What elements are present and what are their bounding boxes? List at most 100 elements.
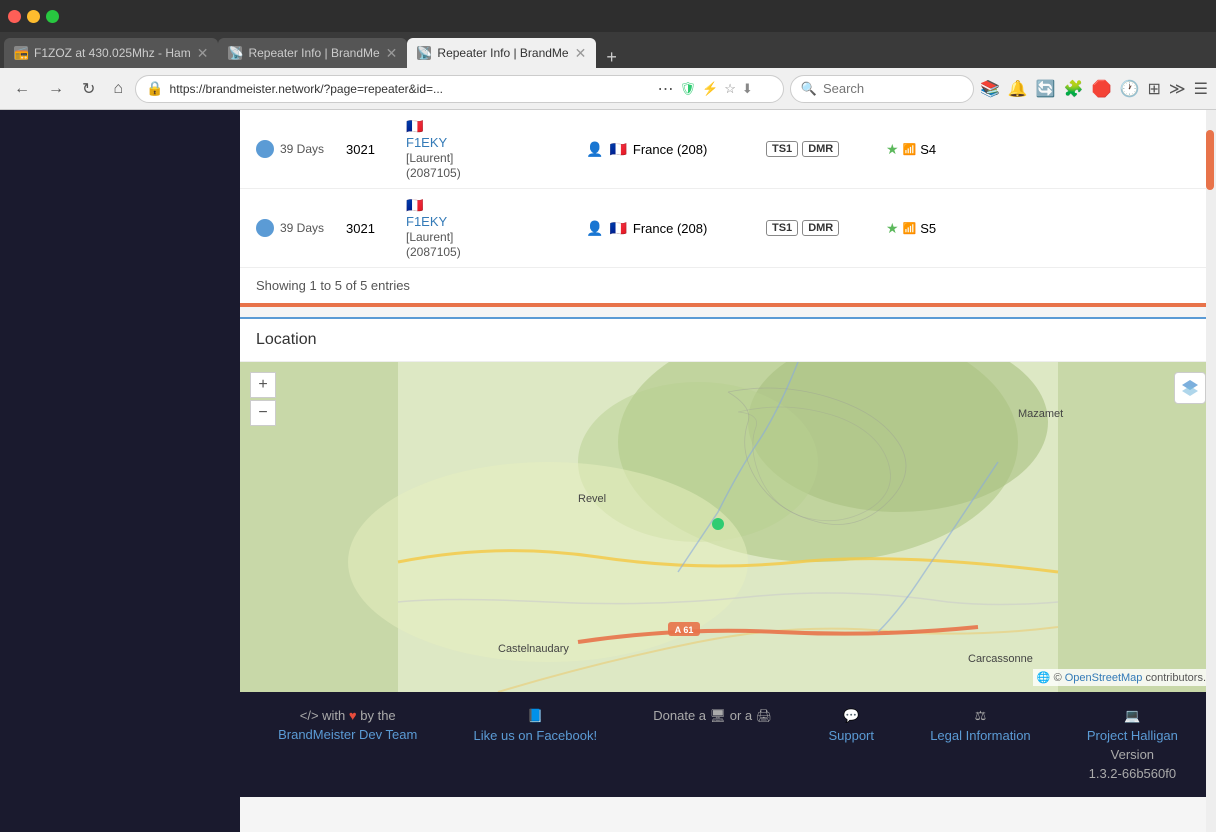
grid-icon[interactable]: ⊞: [1148, 79, 1161, 99]
tab-bar: 📻 F1ZOZ at 430.025Mhz - Ham ✕ 📡 Repeater…: [0, 32, 1216, 68]
svg-text:Mazamet: Mazamet: [1018, 408, 1063, 420]
facebook-link[interactable]: Like us on Facebook!: [474, 728, 598, 743]
tab-favicon-3: 📡: [417, 46, 431, 60]
callsign-name-2: [Laurent]: [406, 230, 453, 244]
footer-devteam: </> with ♥ by the BrandMeister Dev Team: [278, 708, 417, 742]
tg-value-2: 3021: [346, 221, 375, 236]
menu-icon[interactable]: ☰: [1194, 79, 1208, 99]
tab-2[interactable]: 📡 Repeater Info | BrandMe ✕: [218, 38, 407, 68]
callsign-block-2: F1EKY [Laurent] (2087105): [406, 214, 586, 259]
tab-close-1[interactable]: ✕: [197, 45, 209, 62]
col-rating-2: ★ 📶 S5: [886, 220, 936, 237]
new-tab-button[interactable]: +: [600, 47, 623, 68]
country-name-2: France (208): [633, 221, 707, 236]
country-flag-1: 🇫🇷: [609, 141, 626, 158]
footer-project: 💻 Project Halligan Version 1.3.2-66b560f…: [1087, 708, 1178, 781]
table-row: 39 Days 3021 🇫🇷 F1EKY [Laurent] (2087105…: [240, 189, 1216, 268]
status-indicator-2: [256, 219, 274, 237]
zoom-in-button[interactable]: +: [250, 372, 276, 398]
legal-icon: ⚖: [975, 708, 987, 724]
person-icon-1: 👤: [586, 141, 603, 158]
col-country-1: 👤 🇫🇷 France (208): [586, 141, 766, 158]
status-indicator-1: [256, 140, 274, 158]
tab-close-3[interactable]: ✕: [575, 45, 587, 62]
osm-logo: 🌐: [1037, 672, 1051, 684]
rating-value-2: S5: [920, 221, 936, 236]
signal-icon-2: 📶: [903, 222, 917, 235]
callsign-id-2: (2087105): [406, 245, 461, 259]
support-link[interactable]: Support: [828, 728, 874, 743]
search-input[interactable]: [823, 81, 963, 96]
scrollbar-track[interactable]: [1206, 110, 1216, 832]
version-label: Version: [1111, 747, 1154, 762]
person-icon-2: 👤: [586, 220, 603, 237]
facebook-icon: 📘: [527, 708, 543, 724]
country-name-1: France (208): [633, 142, 707, 157]
project-link[interactable]: Project Halligan: [1087, 728, 1178, 743]
notification-icon[interactable]: 🔔: [1008, 79, 1028, 99]
adblock-icon[interactable]: 🛑: [1092, 79, 1112, 99]
clock-icon[interactable]: 🕐: [1120, 79, 1140, 99]
home-button[interactable]: ⌂: [107, 76, 129, 102]
dmr-badge-1: DMR: [802, 141, 839, 157]
page-content: 39 Days 3021 🇫🇷 F1EKY [Laurent] (2087105…: [0, 110, 1216, 832]
shield-icon: 🛡: [680, 81, 697, 97]
url-more-button[interactable]: ⋯: [658, 79, 674, 99]
more-icon[interactable]: ≫: [1169, 79, 1186, 99]
col-status-1: 39 Days: [256, 140, 346, 158]
tab-favicon-2: 📡: [228, 46, 242, 60]
legal-link[interactable]: Legal Information: [930, 728, 1030, 743]
download-icon[interactable]: ⬇: [742, 81, 753, 97]
map-container[interactable]: A 61 Mazamet Revel Castelnaudary Carcass…: [240, 362, 1216, 692]
location-section: Location: [240, 317, 1216, 692]
tab-1[interactable]: 📻 F1ZOZ at 430.025Mhz - Ham ✕: [4, 38, 218, 68]
forward-button[interactable]: →: [42, 76, 70, 102]
sync-icon[interactable]: 🔄: [1036, 79, 1056, 99]
minimize-button[interactable]: [27, 10, 40, 23]
lightning-icon: ⚡: [702, 81, 718, 97]
support-icon: 💬: [843, 708, 859, 724]
callsign-link-1[interactable]: F1EKY: [406, 135, 447, 150]
search-bar[interactable]: 🔍: [790, 75, 974, 103]
toolbar-icons: 📚 🔔 🔄 🧩 🛑 🕐 ⊞ ≫ ☰: [980, 79, 1208, 99]
footer: </> with ♥ by the BrandMeister Dev Team …: [240, 692, 1216, 797]
attribution-suffix: contributors.: [1145, 672, 1206, 684]
svg-text:Carcassonne: Carcassonne: [968, 653, 1033, 665]
callsign-id-1: (2087105): [406, 166, 461, 180]
donate-text: Donate a 🖥 or a 🖨: [653, 708, 772, 724]
table-row: 39 Days 3021 🇫🇷 F1EKY [Laurent] (2087105…: [240, 110, 1216, 189]
tab-title-2: Repeater Info | BrandMe: [248, 46, 379, 60]
bookmark-icon[interactable]: ☆: [724, 81, 736, 97]
footer-legal: ⚖ Legal Information: [930, 708, 1030, 743]
extensions-icon[interactable]: 🧩: [1064, 79, 1084, 99]
heart-icon: ♥: [349, 708, 357, 723]
brandmeister-devteam-link[interactable]: BrandMeister Dev Team: [278, 727, 417, 742]
library-icon[interactable]: 📚: [980, 79, 1000, 99]
osm-link[interactable]: OpenStreetMap: [1065, 672, 1143, 684]
sidebar: [0, 110, 240, 832]
scrollbar-thumb[interactable]: [1206, 130, 1214, 190]
col-tg-2: 3021: [346, 221, 406, 236]
entries-text: Showing 1 to 5 of 5 entries: [256, 278, 410, 293]
close-button[interactable]: [8, 10, 21, 23]
zoom-out-button[interactable]: −: [250, 400, 276, 426]
col-tg-1: 3021: [346, 142, 406, 157]
callsign-name-1: [Laurent]: [406, 151, 453, 165]
footer-support: 💬 Support: [828, 708, 874, 743]
back-button[interactable]: ←: [8, 76, 36, 102]
callsign-link-2[interactable]: F1EKY: [406, 214, 447, 229]
url-text: https://brandmeister.network/?page=repea…: [170, 82, 652, 96]
location-marker: [712, 518, 724, 530]
url-bar[interactable]: 🔒 https://brandmeister.network/?page=rep…: [135, 75, 784, 103]
svg-text:A 61: A 61: [675, 625, 694, 635]
main-content: 39 Days 3021 🇫🇷 F1EKY [Laurent] (2087105…: [240, 110, 1216, 832]
signal-icon-1: 📶: [903, 143, 917, 156]
tab-close-2[interactable]: ✕: [386, 45, 398, 62]
version-number: 1.3.2-66b560f0: [1089, 766, 1176, 781]
map-zoom-controls: + −: [250, 372, 276, 426]
footer-dev-pre: </> with ♥ by the: [300, 708, 396, 723]
tab-3[interactable]: 📡 Repeater Info | BrandMe ✕: [407, 38, 596, 68]
reload-button[interactable]: ↻: [76, 75, 101, 103]
map-layer-button[interactable]: [1174, 372, 1206, 404]
maximize-button[interactable]: [46, 10, 59, 23]
